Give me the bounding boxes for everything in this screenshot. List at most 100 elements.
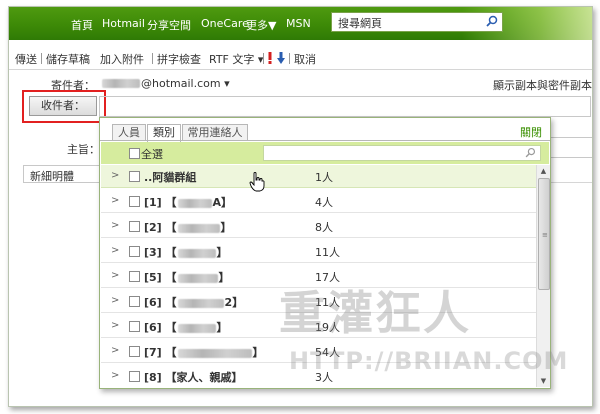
nav-spaces[interactable]: 分享空間 — [147, 17, 191, 33]
send-button[interactable]: 傳送 — [15, 51, 37, 67]
member-count: 19人 — [315, 321, 340, 334]
member-count: 17人 — [315, 271, 340, 284]
member-count: 11人 — [315, 246, 340, 259]
to-button[interactable]: 收件者： — [29, 96, 97, 116]
subject-label: 主旨： — [67, 143, 100, 156]
to-field[interactable] — [99, 96, 591, 117]
scroll-up-arrow-icon[interactable]: ▲ — [537, 165, 550, 177]
toolbar-divider — [152, 53, 153, 64]
member-count: 11人 — [315, 296, 340, 309]
tab-people[interactable]: 人員 — [112, 124, 146, 141]
web-search-box[interactable]: 搜尋網頁 — [331, 12, 503, 32]
toolbar-divider — [289, 53, 290, 64]
nav-onecare[interactable]: OneCare — [201, 17, 249, 30]
rtf-text-dropdown[interactable]: RTF 文字 ▾ — [209, 51, 263, 67]
search-icon[interactable] — [486, 15, 498, 27]
select-all-bar: 全選 — [101, 142, 549, 164]
group-checkbox[interactable] — [129, 246, 140, 257]
blurred-text — [177, 348, 252, 358]
nav-home[interactable]: 首頁 — [71, 17, 93, 33]
group-name: [3] 【】 — [144, 246, 228, 259]
group-name: [7] 【】 — [144, 346, 264, 359]
list-item[interactable]: > [2] 【】 8人 — [101, 215, 536, 238]
search-icon[interactable] — [525, 147, 536, 158]
group-checkbox[interactable] — [129, 296, 140, 307]
low-priority-icon[interactable] — [277, 52, 285, 64]
group-name: [1] 【A】 — [144, 196, 233, 209]
spellcheck-button[interactable]: 拼字檢查 — [157, 51, 201, 67]
chevron-right-icon[interactable]: > — [111, 320, 119, 331]
group-list: > ..阿貓群組 1人 > [1] 【A】 4人 > [2] 【】 8人 > [… — [101, 165, 536, 387]
toolbar-divider — [41, 53, 42, 64]
blurred-text — [177, 323, 216, 333]
chevron-right-icon[interactable]: > — [111, 345, 119, 356]
from-address[interactable]: @hotmail.com ▾ — [141, 77, 230, 90]
save-draft-button[interactable]: 儲存草稿 — [46, 51, 90, 67]
list-item[interactable]: > [7] 【】 54人 — [101, 340, 536, 363]
scrollbar-thumb[interactable]: ≡ — [538, 178, 550, 290]
chevron-right-icon[interactable]: > — [111, 220, 119, 231]
blurred-text — [177, 198, 212, 208]
nav-hotmail[interactable]: Hotmail — [102, 17, 145, 30]
blurred-text — [177, 273, 218, 283]
blurred-text — [177, 223, 220, 233]
tab-underline — [100, 140, 550, 141]
list-scrollbar[interactable]: ▲ ≡ ▼ — [536, 165, 550, 387]
blurred-text — [177, 248, 216, 258]
attach-button[interactable]: 加入附件 — [100, 51, 144, 67]
grip-icon: ≡ — [542, 231, 548, 239]
group-checkbox[interactable] — [129, 171, 140, 182]
group-name: [2] 【】 — [144, 221, 232, 234]
list-item[interactable]: > [1] 【A】 4人 — [101, 190, 536, 213]
member-count: 8人 — [315, 221, 333, 234]
blurred-address — [102, 79, 140, 88]
web-search-placeholder: 搜尋網頁 — [338, 17, 382, 30]
group-name: [5] 【】 — [144, 271, 230, 284]
list-item[interactable]: > [6] 【】 19人 — [101, 315, 536, 338]
nav-msn[interactable]: MSN — [286, 17, 311, 30]
group-checkbox[interactable] — [129, 346, 140, 357]
list-item[interactable]: > [3] 【】 11人 — [101, 240, 536, 263]
group-checkbox[interactable] — [129, 271, 140, 282]
app-frame: 首頁 Hotmail 分享空間 OneCare 更多▼ MSN 搜尋網頁 傳送 … — [8, 6, 593, 407]
tab-frequent-contacts[interactable]: 常用連絡人 — [182, 124, 248, 141]
filter-input[interactable] — [263, 145, 541, 161]
group-name: [8] 【家人、親戚】 — [144, 371, 243, 384]
contact-picker-popup: 人員 類別 常用連絡人 關閉 全選 > ..阿貓群組 1人 > [1] 【 A】… — [99, 117, 551, 389]
chevron-right-icon[interactable]: > — [111, 195, 119, 206]
list-item[interactable]: > [8] 【家人、親戚】 3人 — [101, 365, 536, 387]
group-checkbox[interactable] — [129, 221, 140, 232]
group-checkbox[interactable] — [129, 321, 140, 332]
blurred-text — [177, 298, 224, 308]
high-priority-icon[interactable] — [267, 52, 273, 64]
member-count: 3人 — [315, 371, 333, 384]
chevron-right-icon[interactable]: > — [111, 170, 119, 181]
group-checkbox[interactable] — [129, 196, 140, 207]
list-item[interactable]: > [5] 【】 17人 — [101, 265, 536, 288]
list-item[interactable]: > ..阿貓群組 1人 — [101, 165, 536, 188]
group-name: [6] 【】 — [144, 321, 228, 334]
group-checkbox[interactable] — [129, 371, 140, 382]
show-cc-bcc-link[interactable]: 顯示副本與密件副本 — [493, 77, 592, 93]
close-link[interactable]: 關閉 — [520, 124, 542, 140]
scroll-down-arrow-icon[interactable]: ▼ — [537, 375, 550, 387]
list-item[interactable]: > [6] 【2】 11人 — [101, 290, 536, 313]
member-count: 54人 — [315, 346, 340, 359]
chevron-right-icon[interactable]: > — [111, 295, 119, 306]
cancel-button[interactable]: 取消 — [294, 51, 316, 67]
select-all-checkbox[interactable] — [129, 148, 140, 159]
nav-more[interactable]: 更多▼ — [246, 17, 276, 33]
group-name: [6] 【2】 — [144, 296, 244, 309]
toolbar-divider — [263, 53, 264, 64]
chevron-right-icon[interactable]: > — [111, 370, 119, 381]
font-select[interactable]: 新細明體 — [23, 165, 105, 183]
toolbar-divider-line — [9, 69, 592, 70]
chevron-right-icon[interactable]: > — [111, 245, 119, 256]
member-count: 4人 — [315, 196, 333, 209]
hand-cursor-icon — [249, 172, 265, 192]
top-navigation-bar: 首頁 Hotmail 分享空間 OneCare 更多▼ MSN 搜尋網頁 — [9, 7, 592, 40]
font-select-value: 新細明體 — [30, 170, 74, 183]
chevron-right-icon[interactable]: > — [111, 270, 119, 281]
select-all-label: 全選 — [141, 148, 163, 161]
compose-toolbar: 傳送 儲存草稿 加入附件 拼字檢查 RTF 文字 ▾ 取消 — [9, 45, 592, 69]
